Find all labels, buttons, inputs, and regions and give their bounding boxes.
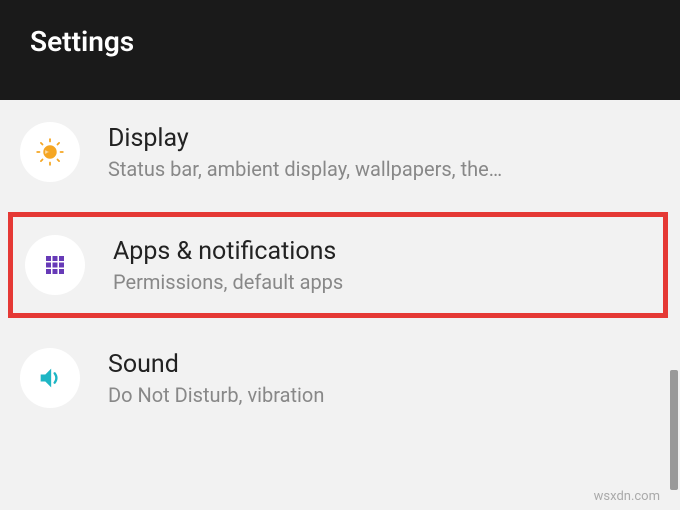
- list-item-subtitle: Permissions, default apps: [113, 270, 651, 294]
- list-item-subtitle: Status bar, ambient display, wallpapers,…: [108, 157, 660, 181]
- display-brightness-icon: [20, 122, 80, 182]
- list-item-display[interactable]: Display Status bar, ambient display, wal…: [0, 100, 680, 204]
- list-item-apps-notifications[interactable]: Apps & notifications Permissions, defaul…: [8, 212, 668, 318]
- list-item-subtitle: Do Not Disturb, vibration: [108, 383, 660, 407]
- header: Settings: [0, 0, 680, 100]
- list-item-sound[interactable]: Sound Do Not Disturb, vibration: [0, 326, 680, 430]
- watermark: wsxdn.com: [594, 489, 660, 504]
- list-item-title: Apps & notifications: [113, 237, 651, 266]
- list-item-title: Sound: [108, 350, 660, 379]
- list-item-text: Display Status bar, ambient display, wal…: [108, 124, 660, 181]
- apps-grid-icon: [25, 235, 85, 295]
- list-item-text: Apps & notifications Permissions, defaul…: [113, 237, 651, 294]
- sound-speaker-icon: [20, 348, 80, 408]
- list-item-text: Sound Do Not Disturb, vibration: [108, 350, 660, 407]
- scrollbar[interactable]: [670, 370, 678, 490]
- settings-list: Display Status bar, ambient display, wal…: [0, 100, 680, 430]
- list-item-title: Display: [108, 124, 660, 153]
- page-title: Settings: [30, 25, 134, 58]
